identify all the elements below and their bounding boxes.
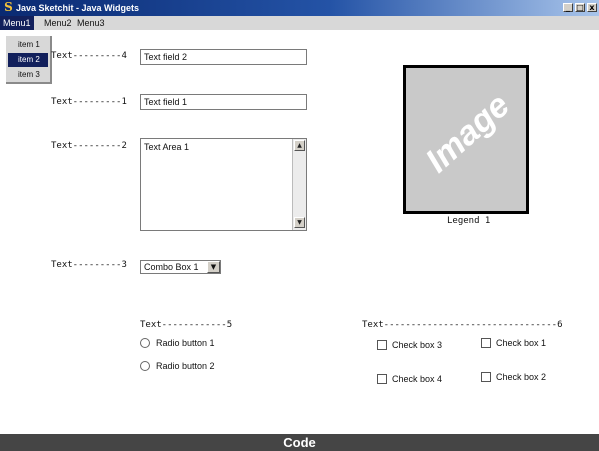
check-box-2[interactable]: Check box 2 xyxy=(481,371,553,385)
combo-box-1[interactable]: Combo Box 1 ▼ xyxy=(140,260,221,274)
minimize-button[interactable]: _ xyxy=(563,3,573,12)
label-text-3: Text---------3 xyxy=(51,260,127,270)
maximize-button[interactable]: □ xyxy=(575,3,585,12)
image-placeholder: Image xyxy=(403,65,529,214)
label-text-4: Text---------4 xyxy=(51,51,127,61)
text-field-1[interactable]: Text field 1 xyxy=(140,94,307,110)
dropdown-item-2[interactable]: item 2 xyxy=(8,53,48,67)
dropdown-item-3[interactable]: item 3 xyxy=(8,68,48,82)
window-title: Java Sketchit - Java Widgets xyxy=(16,3,139,13)
check-box-4-label: Check box 4 xyxy=(392,374,443,384)
menu-menu1[interactable]: Menu1 xyxy=(0,16,34,30)
scroll-up-icon[interactable]: ▲ xyxy=(294,140,305,151)
label-text-1: Text---------1 xyxy=(51,97,127,107)
check-box-3[interactable]: Check box 3 xyxy=(377,339,449,353)
chevron-down-icon[interactable]: ▼ xyxy=(207,261,220,273)
code-button[interactable]: Code xyxy=(0,434,599,451)
menu-bar: Menu1 Menu2 Menu3 xyxy=(0,16,599,30)
check-box-3-label: Check box 3 xyxy=(392,340,443,350)
menu-menu3[interactable]: Menu3 xyxy=(74,16,108,30)
radio-button-1[interactable]: Radio button 1 xyxy=(140,337,240,351)
radio-button-2[interactable]: Radio button 2 xyxy=(140,360,240,374)
image-legend: Legend 1 xyxy=(447,216,491,226)
menu-menu2[interactable]: Menu2 xyxy=(41,16,75,30)
check-box-1-label: Check box 1 xyxy=(496,338,547,348)
menu1-dropdown: item 1 item 2 item 3 xyxy=(6,36,52,84)
text-area-scrollbar[interactable]: ▲ ▼ xyxy=(292,139,306,230)
radio-circle-icon[interactable] xyxy=(140,338,150,348)
check-box-1[interactable]: Check box 1 xyxy=(481,337,553,351)
combo-box-value: Combo Box 1 xyxy=(144,262,199,272)
image-watermark-text: Image xyxy=(418,86,517,181)
checkbox-icon[interactable] xyxy=(481,338,491,348)
scroll-down-icon[interactable]: ▼ xyxy=(294,217,305,228)
close-button[interactable]: x xyxy=(587,3,597,12)
radio-button-2-label: Radio button 2 xyxy=(156,361,215,371)
text-area-content: Text Area 1 xyxy=(144,142,190,152)
label-text-5: Text------------5 xyxy=(140,320,233,330)
dropdown-item-1[interactable]: item 1 xyxy=(8,38,48,52)
label-text-6: Text--------------------------------6 xyxy=(362,320,563,330)
title-bar: S Java Sketchit - Java Widgets _ □ x xyxy=(0,0,599,16)
check-box-4[interactable]: Check box 4 xyxy=(377,373,449,387)
text-area-1[interactable]: Text Area 1 ▲ ▼ xyxy=(140,138,307,231)
checkbox-icon[interactable] xyxy=(377,340,387,350)
radio-circle-icon[interactable] xyxy=(140,361,150,371)
checkbox-icon[interactable] xyxy=(481,372,491,382)
text-field-2[interactable]: Text field 2 xyxy=(140,49,307,65)
checkbox-icon[interactable] xyxy=(377,374,387,384)
radio-button-1-label: Radio button 1 xyxy=(156,338,215,348)
label-text-2: Text---------2 xyxy=(51,141,127,151)
check-box-2-label: Check box 2 xyxy=(496,372,547,382)
java-sketchit-app-icon: S xyxy=(4,0,13,14)
